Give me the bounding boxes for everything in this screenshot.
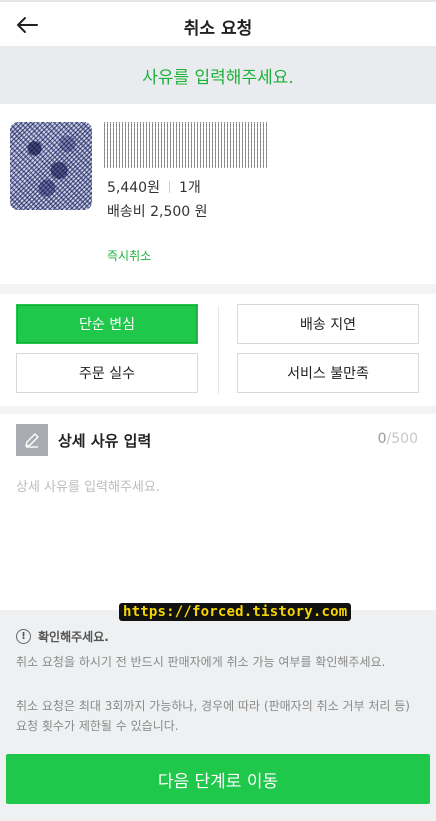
product-quantity: 1개	[178, 180, 201, 196]
pencil-icon	[25, 433, 39, 448]
notice-header: ! 확인해주세요.	[16, 628, 109, 645]
reason-options: 단순 변심 배송 지연 주문 실수 서비스 불만족	[0, 294, 436, 406]
reason-divider	[218, 306, 219, 394]
notice-paragraph-2: 취소 요청은 최대 3회까지 가능하나, 경우에 따라 (판매자의 취소 거부 …	[16, 699, 410, 733]
char-max: /500	[386, 431, 418, 447]
reason-order-mistake-button[interactable]: 주문 실수	[16, 353, 198, 393]
price-separator	[168, 181, 170, 193]
prompt-text: 사유를 입력해주세요.	[142, 67, 294, 88]
char-counter: 0/500	[378, 431, 418, 447]
section-divider	[0, 406, 436, 414]
next-step-button[interactable]: 다음 단계로 이동	[6, 754, 430, 804]
product-summary: 5,440원 1개 배송비 2,500 원 즉시취소	[0, 104, 436, 284]
price-line: 5,440원 1개	[107, 177, 201, 197]
header-bar: 취소 요청	[0, 0, 436, 46]
section-divider	[0, 284, 436, 294]
product-thumbnail	[10, 122, 92, 210]
watermark-url: https://forced.tistory.com	[119, 603, 352, 621]
reason-shipping-delay-button[interactable]: 배송 지연	[237, 304, 419, 344]
detail-reason-input[interactable]	[16, 476, 420, 596]
notice-paragraph-1: 취소 요청을 하시기 전 반드시 판매자에게 취소 가능 여부를 확인해주세요.	[16, 655, 386, 669]
info-circle-icon: !	[16, 629, 31, 644]
detail-reason-section: 상세 사유 입력 0/500	[0, 414, 436, 610]
notice-title: 확인해주세요.	[38, 630, 109, 644]
page-title: 취소 요청	[183, 19, 253, 39]
product-price: 5,440원	[107, 180, 160, 196]
shipping-fee: 배송비 2,500 원	[107, 204, 208, 220]
instant-cancel-label: 즉시취소	[107, 249, 152, 263]
char-count: 0	[377, 431, 387, 447]
detail-title: 상세 사유 입력	[58, 432, 152, 450]
product-name-redacted	[104, 122, 268, 168]
reason-simple-change-button[interactable]: 단순 변심	[16, 304, 198, 344]
prompt-banner: 사유를 입력해주세요.	[0, 46, 436, 104]
pencil-icon-box	[16, 424, 48, 456]
reason-service-dissatisfaction-button[interactable]: 서비스 불만족	[237, 353, 419, 393]
